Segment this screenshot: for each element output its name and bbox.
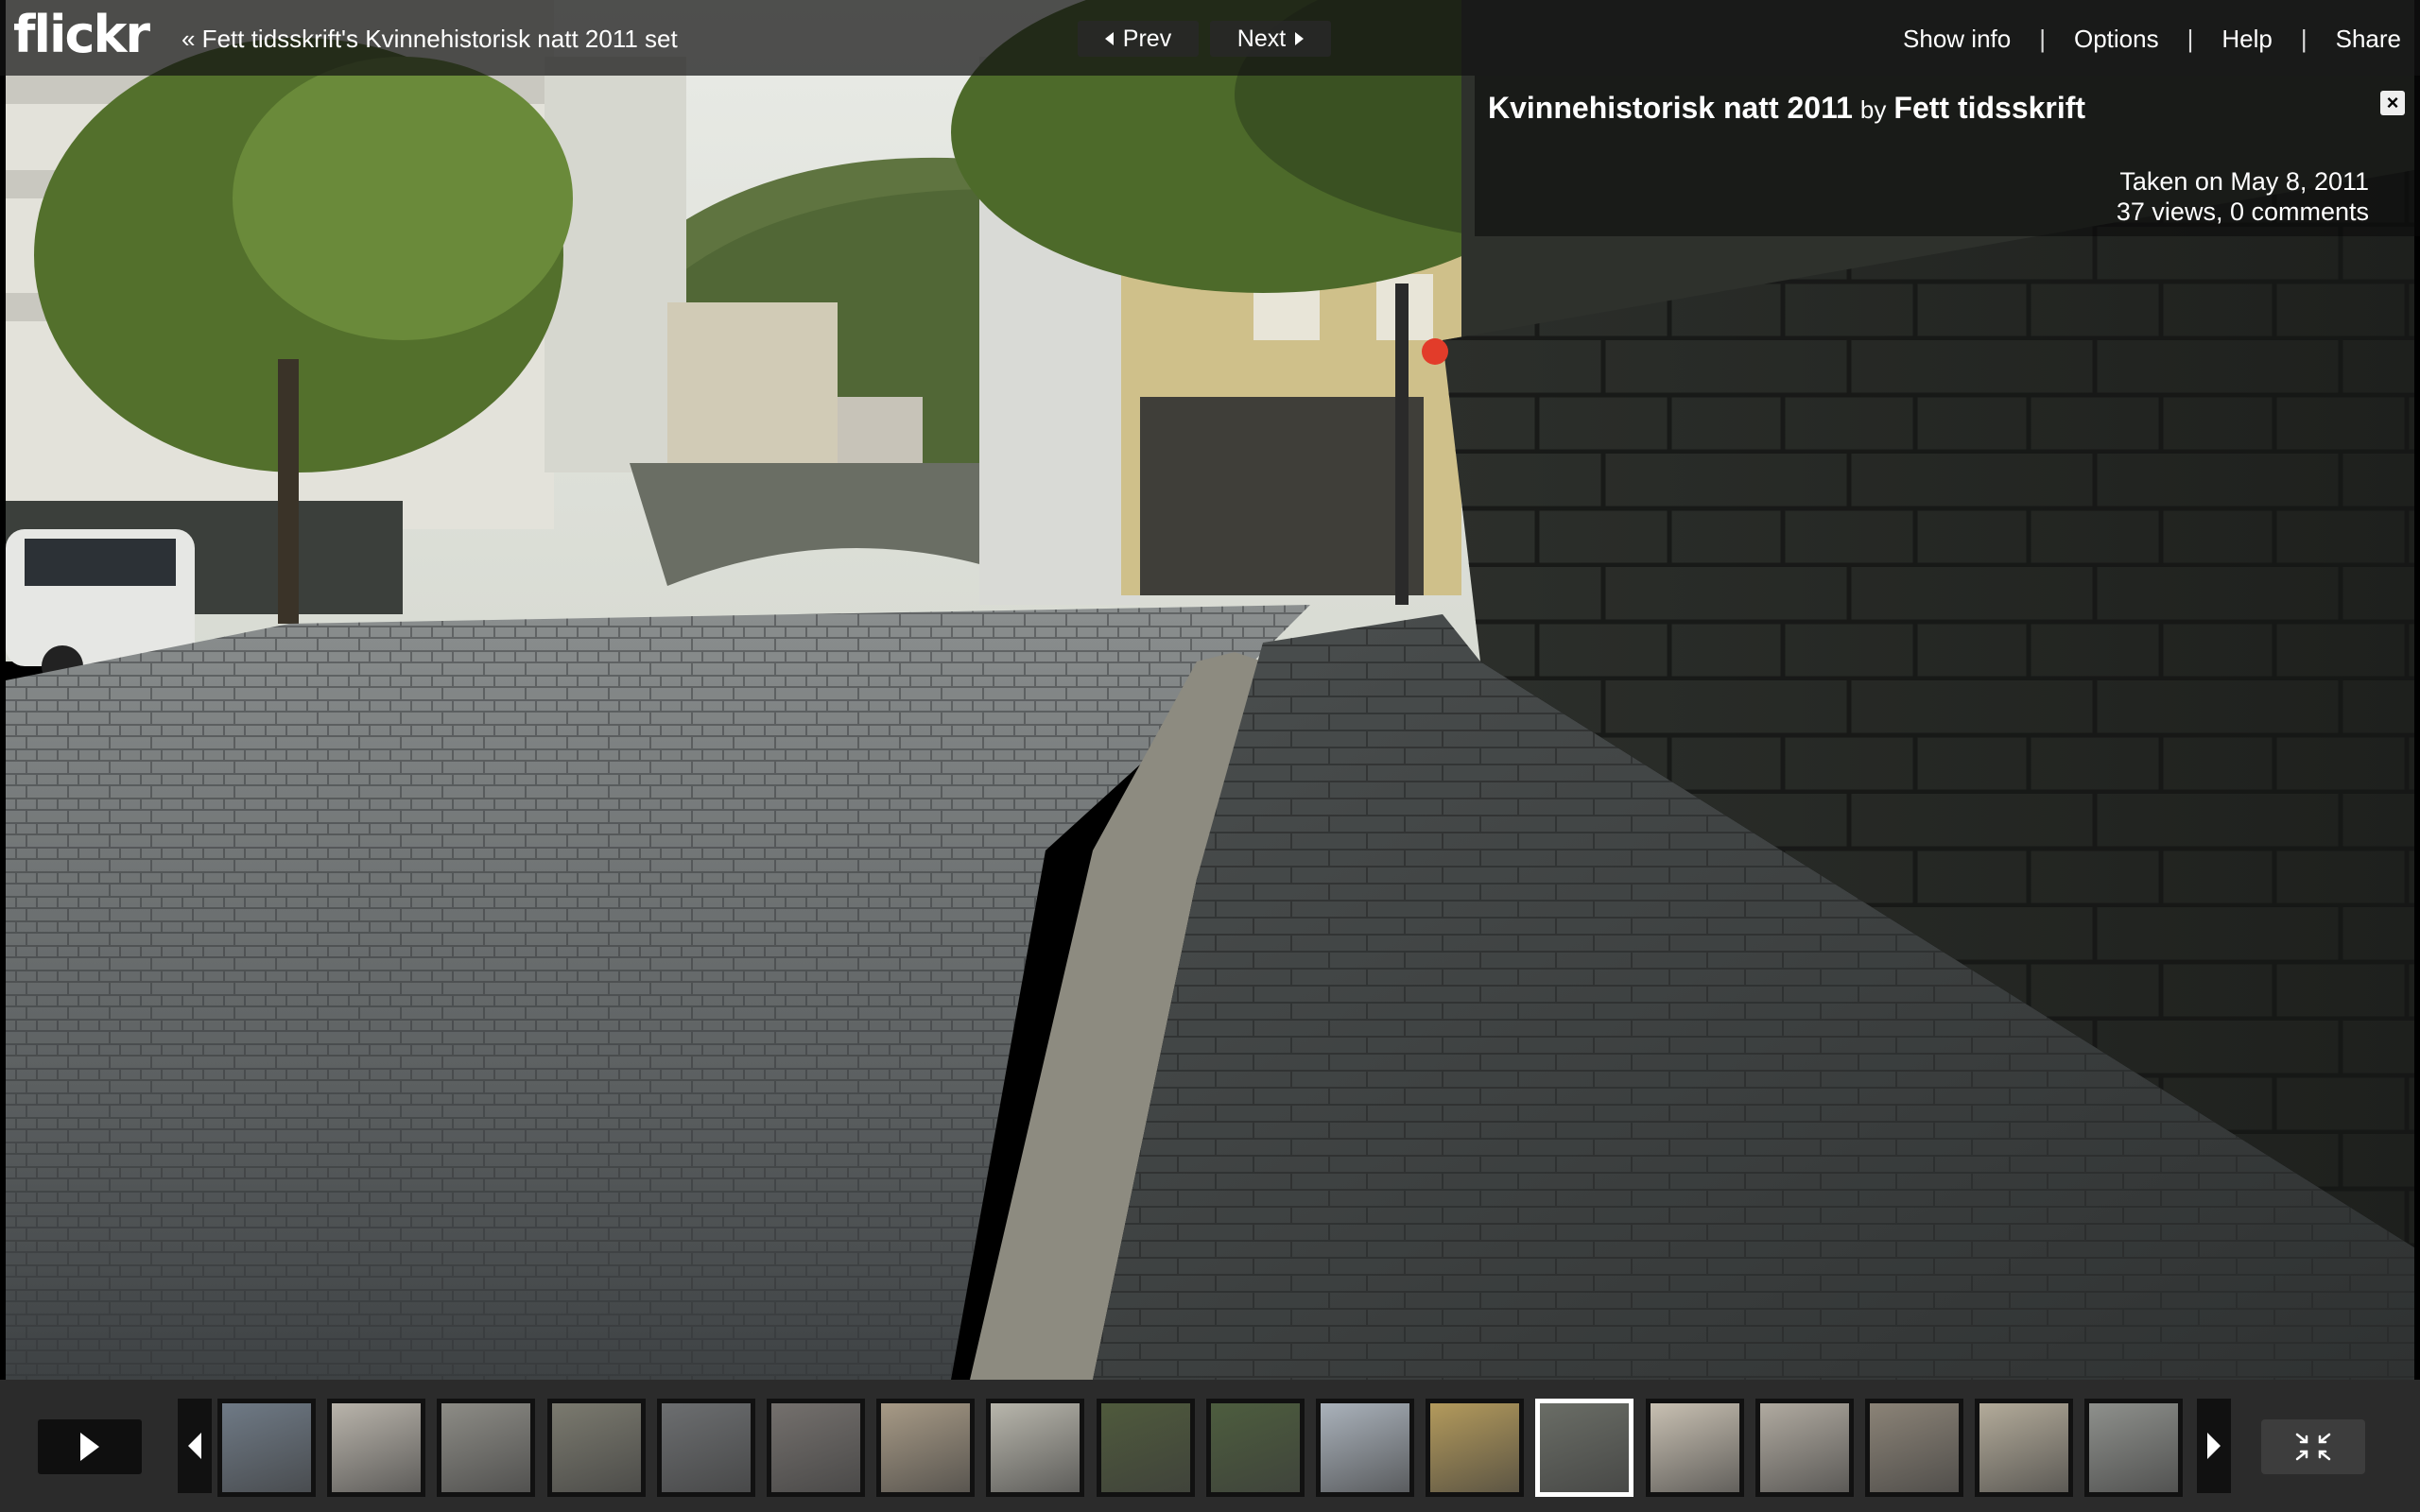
play-icon: [80, 1433, 99, 1461]
thumbnail-image: [1211, 1403, 1300, 1492]
prev-label: Prev: [1122, 26, 1172, 52]
next-arrow-icon: [1295, 32, 1305, 45]
chevron-right-icon: [2207, 1433, 2221, 1459]
photo-title[interactable]: Kvinnehistorisk natt 2011: [1488, 91, 1853, 125]
next-button[interactable]: Next: [1210, 21, 1331, 57]
thumbnail-list: [217, 1399, 2193, 1497]
thumbnail-image: [881, 1403, 970, 1492]
photo-meta: Taken on May 8, 2011 37 views, 0 comment…: [2117, 166, 2369, 227]
thumbnail-image: [1870, 1403, 1959, 1492]
menu-separator: |: [2187, 25, 2194, 53]
thumbnail-image: [1430, 1403, 1519, 1492]
taken-date: Taken on May 8, 2011: [2119, 167, 2369, 196]
thumbnail[interactable]: [2084, 1399, 2183, 1497]
close-icon[interactable]: ×: [2380, 91, 2405, 115]
filmstrip-next-button[interactable]: [2197, 1399, 2231, 1493]
thumbnail[interactable]: [1865, 1399, 1963, 1497]
thumbnail[interactable]: [1755, 1399, 1854, 1497]
thumbnail[interactable]: [876, 1399, 975, 1497]
thumbnail[interactable]: [327, 1399, 425, 1497]
thumbnail[interactable]: [767, 1399, 865, 1497]
thumbnail[interactable]: [1316, 1399, 1414, 1497]
top-bar: flickr « Fett tidsskrift's Kvinnehistori…: [0, 0, 2420, 76]
thumbnail[interactable]: [547, 1399, 646, 1497]
menu-separator: |: [2300, 25, 2308, 53]
collapse-icon: [2295, 1433, 2331, 1461]
thumbnail-image: [1760, 1403, 1849, 1492]
thumbnail-image: [441, 1403, 530, 1492]
photo-owner-link[interactable]: Fett tidsskrift: [1893, 91, 2085, 125]
thumbnail[interactable]: [1097, 1399, 1195, 1497]
top-menu: Show info | Options | Help | Share: [1903, 25, 2401, 53]
filmstrip: [0, 1380, 2420, 1512]
thumbnail[interactable]: [217, 1399, 316, 1497]
thumbnail-image: [1651, 1403, 1739, 1492]
thumbnail-current[interactable]: [1535, 1399, 1634, 1497]
thumbnail[interactable]: [1975, 1399, 2073, 1497]
view-comment-stats: 37 views, 0 comments: [2116, 198, 2369, 226]
thumbnail-image: [771, 1403, 860, 1492]
help-link[interactable]: Help: [2221, 25, 2272, 53]
photo-info-panel: Kvinnehistorisk natt 2011 by Fett tidsskri…: [1475, 76, 2420, 236]
collapse-button[interactable]: [2261, 1419, 2365, 1474]
menu-separator: |: [2039, 25, 2046, 53]
share-link[interactable]: Share: [2336, 25, 2401, 53]
thumbnail-image: [662, 1403, 751, 1492]
thumbnail-image: [991, 1403, 1080, 1492]
options-link[interactable]: Options: [2074, 25, 2159, 53]
thumbnail[interactable]: [437, 1399, 535, 1497]
prev-arrow-icon: [1104, 32, 1114, 45]
next-label: Next: [1236, 26, 1287, 52]
thumbnail-image: [1101, 1403, 1190, 1492]
thumbnail-image: [1979, 1403, 2068, 1492]
thumbnail-image: [552, 1403, 641, 1492]
by-label: by: [1859, 95, 1887, 124]
set-back-link[interactable]: « Fett tidsskrift's Kvinnehistorisk natt…: [182, 25, 678, 53]
thumbnail[interactable]: [986, 1399, 1084, 1497]
thumbnail-image: [2089, 1403, 2178, 1492]
thumbnail-image: [1540, 1403, 1629, 1492]
thumbnail[interactable]: [1426, 1399, 1524, 1497]
thumbnail[interactable]: [1646, 1399, 1744, 1497]
prev-button[interactable]: Prev: [1078, 21, 1199, 57]
show-info-link[interactable]: Show info: [1903, 25, 2011, 53]
photo-title-line: Kvinnehistorisk natt 2011 by Fett tidsskri…: [1488, 89, 2085, 129]
thumbnail-image: [222, 1403, 311, 1492]
thumbnail-image: [332, 1403, 421, 1492]
flickr-logo[interactable]: flickr: [13, 4, 150, 66]
thumbnail[interactable]: [657, 1399, 755, 1497]
thumbnail-image: [1321, 1403, 1409, 1492]
slideshow-play-button[interactable]: [38, 1419, 142, 1474]
thumbnail[interactable]: [1206, 1399, 1305, 1497]
chevron-left-icon: [188, 1433, 201, 1459]
filmstrip-prev-button[interactable]: [178, 1399, 212, 1493]
